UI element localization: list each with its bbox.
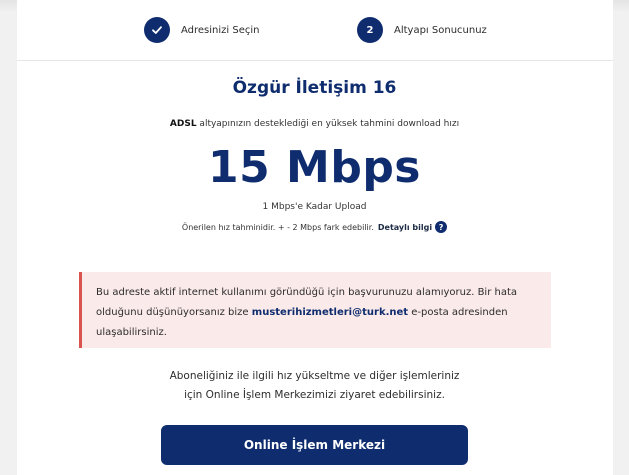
- header-divider: [17, 60, 613, 61]
- upload-speed: 1 Mbps'e Kadar Upload: [262, 202, 367, 212]
- infrastructure-type: ADSL: [169, 119, 197, 129]
- speed-description-text: altyapınızın desteklediği en yüksek tahm…: [196, 119, 460, 129]
- info-line-1: Aboneliğiniz ile ilgili hız yükseltme ve…: [169, 370, 460, 382]
- step-result: 2 Altyapı Sonucunuz: [357, 17, 487, 43]
- step-address: Adresinizi Seçin: [144, 17, 259, 43]
- info-line-2: için Online İşlem Merkezimizi ziyaret ed…: [184, 389, 445, 401]
- package-title: Özgür İletişim 16: [232, 78, 397, 98]
- info-text: Aboneliğiniz ile ilgili hız yükseltme ve…: [0, 367, 629, 405]
- help-icon[interactable]: ?: [435, 221, 448, 233]
- speed-note: Önerilen hız tahminidir. + - 2 Mbps fark…: [0, 221, 629, 233]
- check-icon: [152, 26, 162, 34]
- speed-note-text: Önerilen hız tahminidir. + - 2 Mbps fark…: [181, 222, 374, 232]
- step-2-label: Altyapı Sonucunuz: [394, 24, 487, 36]
- online-operations-button[interactable]: Online İşlem Merkezi: [161, 425, 468, 465]
- download-speed: 15 Mbps: [207, 142, 421, 193]
- support-email-link[interactable]: musterihizmetleri@turk.net: [252, 307, 408, 318]
- error-alert: Bu adreste aktif internet kullanımı görü…: [79, 272, 551, 348]
- step-2-circle: 2: [357, 17, 383, 43]
- progress-stepper: Adresinizi Seçin 2 Altyapı Sonucunuz: [0, 0, 629, 60]
- step-1-label: Adresinizi Seçin: [181, 24, 260, 36]
- step-1-circle: [144, 17, 170, 43]
- detail-link[interactable]: Detaylı bilgi: [378, 223, 432, 232]
- speed-description: ADSL altyapınızın desteklediği en yüksek…: [0, 119, 629, 129]
